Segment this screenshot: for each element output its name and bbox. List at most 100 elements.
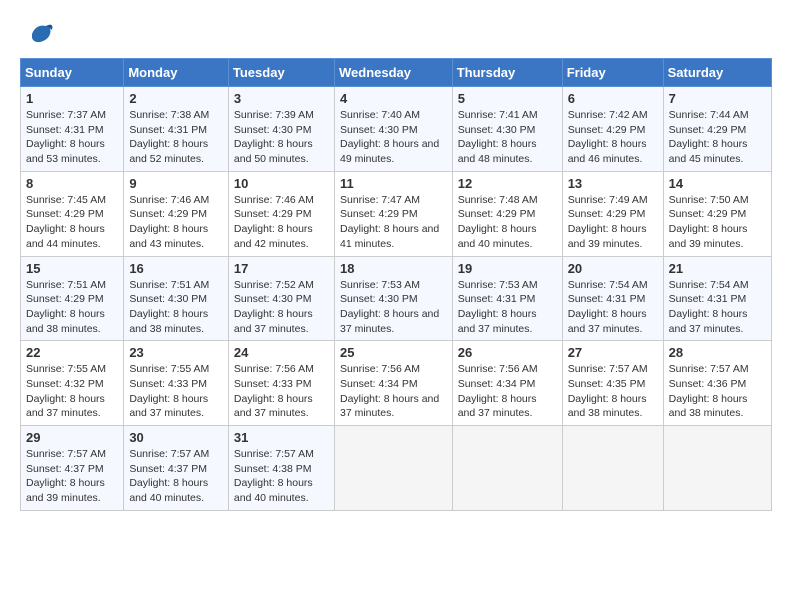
calendar-day-7: 7 Sunrise: 7:44 AMSunset: 4:29 PMDayligh… (663, 87, 771, 172)
day-info: Sunrise: 7:38 AMSunset: 4:31 PMDaylight:… (129, 109, 209, 165)
day-number: 21 (669, 261, 766, 276)
empty-cell (452, 426, 562, 511)
day-number: 27 (568, 345, 658, 360)
calendar-day-9: 9 Sunrise: 7:46 AMSunset: 4:29 PMDayligh… (124, 171, 229, 256)
calendar-day-31: 31 Sunrise: 7:57 AMSunset: 4:38 PMDaylig… (228, 426, 334, 511)
day-number: 15 (26, 261, 118, 276)
calendar-day-29: 29 Sunrise: 7:57 AMSunset: 4:37 PMDaylig… (21, 426, 124, 511)
day-number: 1 (26, 91, 118, 106)
calendar-day-1: 1 Sunrise: 7:37 AMSunset: 4:31 PMDayligh… (21, 87, 124, 172)
day-info: Sunrise: 7:49 AMSunset: 4:29 PMDaylight:… (568, 194, 648, 250)
day-info: Sunrise: 7:53 AMSunset: 4:30 PMDaylight:… (340, 279, 439, 335)
day-number: 5 (458, 91, 557, 106)
calendar-day-19: 19 Sunrise: 7:53 AMSunset: 4:31 PMDaylig… (452, 256, 562, 341)
day-number: 10 (234, 176, 329, 191)
calendar-day-28: 28 Sunrise: 7:57 AMSunset: 4:36 PMDaylig… (663, 341, 771, 426)
calendar-week-1: 1 Sunrise: 7:37 AMSunset: 4:31 PMDayligh… (21, 87, 772, 172)
calendar-day-26: 26 Sunrise: 7:56 AMSunset: 4:34 PMDaylig… (452, 341, 562, 426)
day-number: 11 (340, 176, 447, 191)
day-info: Sunrise: 7:37 AMSunset: 4:31 PMDaylight:… (26, 109, 106, 165)
day-number: 13 (568, 176, 658, 191)
day-info: Sunrise: 7:56 AMSunset: 4:34 PMDaylight:… (458, 363, 538, 419)
day-info: Sunrise: 7:48 AMSunset: 4:29 PMDaylight:… (458, 194, 538, 250)
calendar-table: SundayMondayTuesdayWednesdayThursdayFrid… (20, 58, 772, 511)
day-number: 2 (129, 91, 223, 106)
day-info: Sunrise: 7:56 AMSunset: 4:34 PMDaylight:… (340, 363, 439, 419)
day-header-wednesday: Wednesday (334, 59, 452, 87)
calendar-day-30: 30 Sunrise: 7:57 AMSunset: 4:37 PMDaylig… (124, 426, 229, 511)
calendar-day-5: 5 Sunrise: 7:41 AMSunset: 4:30 PMDayligh… (452, 87, 562, 172)
calendar-day-17: 17 Sunrise: 7:52 AMSunset: 4:30 PMDaylig… (228, 256, 334, 341)
day-number: 29 (26, 430, 118, 445)
day-info: Sunrise: 7:54 AMSunset: 4:31 PMDaylight:… (568, 279, 648, 335)
day-info: Sunrise: 7:42 AMSunset: 4:29 PMDaylight:… (568, 109, 648, 165)
calendar-day-8: 8 Sunrise: 7:45 AMSunset: 4:29 PMDayligh… (21, 171, 124, 256)
calendar-day-14: 14 Sunrise: 7:50 AMSunset: 4:29 PMDaylig… (663, 171, 771, 256)
day-number: 12 (458, 176, 557, 191)
day-info: Sunrise: 7:57 AMSunset: 4:38 PMDaylight:… (234, 448, 314, 504)
day-number: 23 (129, 345, 223, 360)
day-info: Sunrise: 7:57 AMSunset: 4:37 PMDaylight:… (26, 448, 106, 504)
day-number: 25 (340, 345, 447, 360)
calendar-day-25: 25 Sunrise: 7:56 AMSunset: 4:34 PMDaylig… (334, 341, 452, 426)
day-info: Sunrise: 7:47 AMSunset: 4:29 PMDaylight:… (340, 194, 439, 250)
day-number: 16 (129, 261, 223, 276)
day-number: 26 (458, 345, 557, 360)
empty-cell (334, 426, 452, 511)
calendar-day-3: 3 Sunrise: 7:39 AMSunset: 4:30 PMDayligh… (228, 87, 334, 172)
day-number: 17 (234, 261, 329, 276)
day-number: 14 (669, 176, 766, 191)
calendar-week-4: 22 Sunrise: 7:55 AMSunset: 4:32 PMDaylig… (21, 341, 772, 426)
day-info: Sunrise: 7:51 AMSunset: 4:30 PMDaylight:… (129, 279, 209, 335)
day-info: Sunrise: 7:40 AMSunset: 4:30 PMDaylight:… (340, 109, 439, 165)
calendar-week-2: 8 Sunrise: 7:45 AMSunset: 4:29 PMDayligh… (21, 171, 772, 256)
day-header-sunday: Sunday (21, 59, 124, 87)
day-number: 7 (669, 91, 766, 106)
day-number: 30 (129, 430, 223, 445)
day-number: 8 (26, 176, 118, 191)
calendar-day-11: 11 Sunrise: 7:47 AMSunset: 4:29 PMDaylig… (334, 171, 452, 256)
day-info: Sunrise: 7:56 AMSunset: 4:33 PMDaylight:… (234, 363, 314, 419)
calendar-day-24: 24 Sunrise: 7:56 AMSunset: 4:33 PMDaylig… (228, 341, 334, 426)
calendar-day-15: 15 Sunrise: 7:51 AMSunset: 4:29 PMDaylig… (21, 256, 124, 341)
day-info: Sunrise: 7:55 AMSunset: 4:33 PMDaylight:… (129, 363, 209, 419)
day-number: 9 (129, 176, 223, 191)
day-info: Sunrise: 7:44 AMSunset: 4:29 PMDaylight:… (669, 109, 749, 165)
day-info: Sunrise: 7:41 AMSunset: 4:30 PMDaylight:… (458, 109, 538, 165)
calendar-day-20: 20 Sunrise: 7:54 AMSunset: 4:31 PMDaylig… (562, 256, 663, 341)
day-number: 19 (458, 261, 557, 276)
day-info: Sunrise: 7:52 AMSunset: 4:30 PMDaylight:… (234, 279, 314, 335)
calendar-day-6: 6 Sunrise: 7:42 AMSunset: 4:29 PMDayligh… (562, 87, 663, 172)
calendar-day-16: 16 Sunrise: 7:51 AMSunset: 4:30 PMDaylig… (124, 256, 229, 341)
calendar-day-23: 23 Sunrise: 7:55 AMSunset: 4:33 PMDaylig… (124, 341, 229, 426)
day-header-thursday: Thursday (452, 59, 562, 87)
day-info: Sunrise: 7:57 AMSunset: 4:37 PMDaylight:… (129, 448, 209, 504)
calendar-day-18: 18 Sunrise: 7:53 AMSunset: 4:30 PMDaylig… (334, 256, 452, 341)
day-info: Sunrise: 7:55 AMSunset: 4:32 PMDaylight:… (26, 363, 106, 419)
day-header-saturday: Saturday (663, 59, 771, 87)
calendar-day-22: 22 Sunrise: 7:55 AMSunset: 4:32 PMDaylig… (21, 341, 124, 426)
day-number: 28 (669, 345, 766, 360)
calendar-day-27: 27 Sunrise: 7:57 AMSunset: 4:35 PMDaylig… (562, 341, 663, 426)
day-number: 3 (234, 91, 329, 106)
calendar-day-21: 21 Sunrise: 7:54 AMSunset: 4:31 PMDaylig… (663, 256, 771, 341)
day-number: 31 (234, 430, 329, 445)
day-number: 6 (568, 91, 658, 106)
day-info: Sunrise: 7:54 AMSunset: 4:31 PMDaylight:… (669, 279, 749, 335)
day-header-friday: Friday (562, 59, 663, 87)
calendar-day-13: 13 Sunrise: 7:49 AMSunset: 4:29 PMDaylig… (562, 171, 663, 256)
header (20, 20, 772, 48)
day-info: Sunrise: 7:50 AMSunset: 4:29 PMDaylight:… (669, 194, 749, 250)
day-info: Sunrise: 7:46 AMSunset: 4:29 PMDaylight:… (234, 194, 314, 250)
day-info: Sunrise: 7:39 AMSunset: 4:30 PMDaylight:… (234, 109, 314, 165)
day-number: 4 (340, 91, 447, 106)
calendar-week-3: 15 Sunrise: 7:51 AMSunset: 4:29 PMDaylig… (21, 256, 772, 341)
day-number: 24 (234, 345, 329, 360)
day-info: Sunrise: 7:51 AMSunset: 4:29 PMDaylight:… (26, 279, 106, 335)
day-number: 22 (26, 345, 118, 360)
day-info: Sunrise: 7:46 AMSunset: 4:29 PMDaylight:… (129, 194, 209, 250)
day-header-monday: Monday (124, 59, 229, 87)
empty-cell (663, 426, 771, 511)
calendar-day-10: 10 Sunrise: 7:46 AMSunset: 4:29 PMDaylig… (228, 171, 334, 256)
calendar-day-4: 4 Sunrise: 7:40 AMSunset: 4:30 PMDayligh… (334, 87, 452, 172)
